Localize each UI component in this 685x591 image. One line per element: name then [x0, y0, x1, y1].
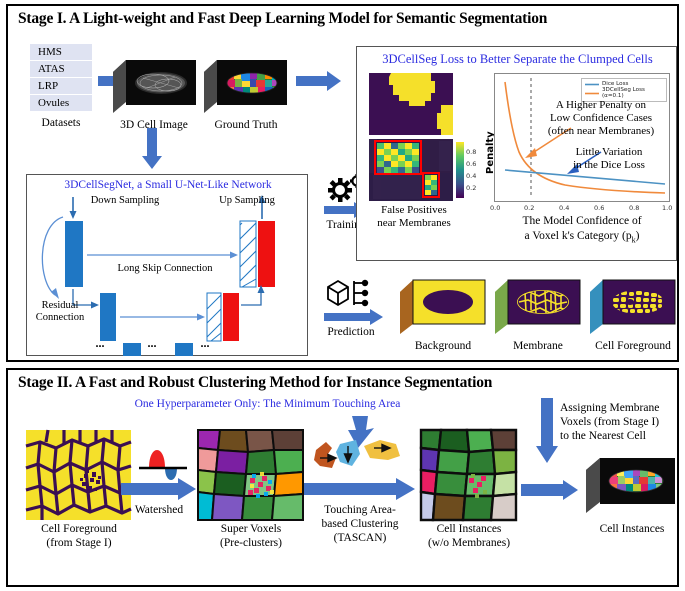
- stage-2-title: Stage II. A Fast and Robust Clustering M…: [18, 374, 493, 391]
- arrow-watershed: [121, 478, 196, 500]
- stage-1-panel: Stage I. A Light-weight and Fast Deep Le…: [6, 4, 679, 362]
- caption-cell-instances-nm-l2: (w/o Membranes): [427, 537, 511, 549]
- x-tick: 0.4: [559, 204, 570, 212]
- arrow-assign-membrane: [536, 398, 558, 463]
- volume-ground-truth: [204, 60, 287, 113]
- annotation-little-variation-l2: in the Dice Loss: [573, 159, 645, 171]
- label-down-sampling: Down Sampling: [90, 195, 160, 206]
- fp-caption-line1: False Positives: [381, 204, 447, 216]
- annotation-high-penalty-l3: (often near Membranes): [547, 125, 655, 137]
- label-prediction: Prediction: [327, 326, 375, 338]
- label-residual-line2: Connection: [35, 312, 85, 323]
- xlabel-paren: ): [635, 230, 640, 242]
- x-tick: 0.2: [524, 204, 535, 212]
- x-tick: 0.8: [629, 204, 640, 212]
- label-watershed: Watershed: [134, 504, 184, 516]
- stage-1-title: Stage I. A Light-weight and Fast Deep Le…: [18, 10, 548, 27]
- colorbar-tick: 0.2: [466, 184, 477, 192]
- volume-cell-foreground: [590, 279, 676, 334]
- label-residual-line1: Residual: [41, 300, 79, 311]
- caption-cell-foreground-l1: Cell Foreground: [41, 523, 117, 535]
- network-title: 3DCellSegNet, a Small U-Net-Like Network: [64, 179, 272, 191]
- arrow-to-final-instances: [521, 480, 578, 500]
- caption-super-voxels-l2: (Pre-clusters): [220, 537, 282, 549]
- image-cell-instances-no-membrane: [419, 428, 518, 522]
- datasets-caption: Datasets: [41, 117, 81, 129]
- image-super-voxels: [197, 429, 304, 521]
- ellipsis-right: ...: [200, 336, 210, 350]
- label-ground-truth: Ground Truth: [214, 119, 278, 131]
- label-tascan-l2: based Clustering: [321, 518, 399, 530]
- chart-xlabel-line1: The Model Confidence of: [522, 215, 642, 227]
- label-assign-l3: to the Nearest Cell: [560, 430, 646, 442]
- x-tick: 1.0: [662, 204, 673, 212]
- dataset-item[interactable]: Ovules: [30, 95, 92, 112]
- label-tascan-l1: Touching Area-: [324, 504, 396, 516]
- loss-panel-title: 3DCellSeg Loss to Better Separate the Cl…: [382, 52, 653, 66]
- colorbar-tick: 0.8: [466, 148, 477, 156]
- ellipsis-mid: ...: [147, 336, 157, 350]
- label-cell-foreground: Cell Foreground: [595, 340, 671, 352]
- x-tick: 0.6: [594, 204, 605, 212]
- x-tick: 0.0: [490, 204, 501, 212]
- arrow-prediction: [324, 309, 383, 325]
- unet-diagram: [41, 195, 275, 356]
- volume-membrane: [495, 279, 581, 334]
- loss-panel: 3DCellSeg Loss to Better Separate the Cl…: [356, 46, 677, 261]
- caption-super-voxels-l1: Super Voxels: [220, 523, 282, 535]
- colorbar-tick: 0.4: [466, 172, 477, 180]
- network-panel: 3DCellSegNet, a Small U-Net-Like Network: [26, 174, 308, 356]
- annotation-high-penalty-l2: Low Confidence Cases: [549, 112, 653, 124]
- legend-label-cellseg: 3DCellSeg Loss (α=0.1): [602, 87, 645, 99]
- image-cell-foreground: [25, 429, 132, 520]
- stage-2-panel: Stage II. A Fast and Robust Clustering M…: [6, 368, 679, 587]
- annotation-high-penalty-l1: A Higher Penalty on: [555, 99, 647, 111]
- arrow-to-network: [142, 128, 162, 169]
- colorbar-tick: 0.6: [466, 160, 477, 168]
- label-tascan-l3: (TASCAN): [333, 532, 387, 544]
- arrow-to-loss-panel: [296, 71, 341, 91]
- label-assign-l2: Voxels (from Stage I): [560, 416, 660, 428]
- label-membrane: Membrane: [513, 340, 563, 352]
- ellipsis-left: ...: [95, 336, 105, 350]
- watershed-icon: [139, 450, 187, 480]
- label-background: Background: [414, 340, 472, 352]
- false-positive-heatmap: [369, 139, 453, 201]
- legend-swatch-cellseg: [585, 92, 599, 94]
- label-up-sampling: Up Sampling: [219, 195, 275, 206]
- stage-2-subtitle: One Hyperparameter Only: The Minimum Tou…: [134, 398, 401, 410]
- volume-background: [400, 279, 486, 334]
- xlabel-main: a Voxel k's Category (p: [524, 230, 632, 242]
- label-assign-l1: Assigning Membrane: [560, 402, 660, 414]
- chart-xlabel-line2: a Voxel k's Category (pk): [494, 230, 670, 244]
- caption-cell-foreground-l2: (from Stage I): [46, 537, 112, 549]
- legend-swatch-dice: [585, 83, 599, 85]
- dataset-item[interactable]: LRP: [30, 78, 92, 95]
- label-long-skip-connection: Long Skip Connection: [117, 263, 213, 274]
- segmentation-mask-image: [369, 73, 453, 135]
- volume-3d-cell-image: [113, 60, 196, 113]
- fp-caption-line2: near Membranes: [377, 217, 451, 229]
- caption-cell-instances: Cell Instances: [599, 523, 665, 535]
- arrow-tascan: [304, 478, 415, 500]
- dataset-item[interactable]: ATAS: [30, 61, 92, 78]
- dataset-item[interactable]: HMS: [30, 44, 92, 61]
- datasets-list: HMS ATAS LRP Ovules: [30, 44, 92, 112]
- heatmap-colorbar: [456, 142, 464, 198]
- tascan-icon: [314, 416, 400, 468]
- caption-cell-instances-nm-l1: Cell Instances: [436, 523, 502, 535]
- prediction-cube-icon: [327, 279, 369, 307]
- annotation-little-variation-l1: Little Variation: [575, 146, 643, 158]
- volume-cell-instances: [586, 458, 675, 513]
